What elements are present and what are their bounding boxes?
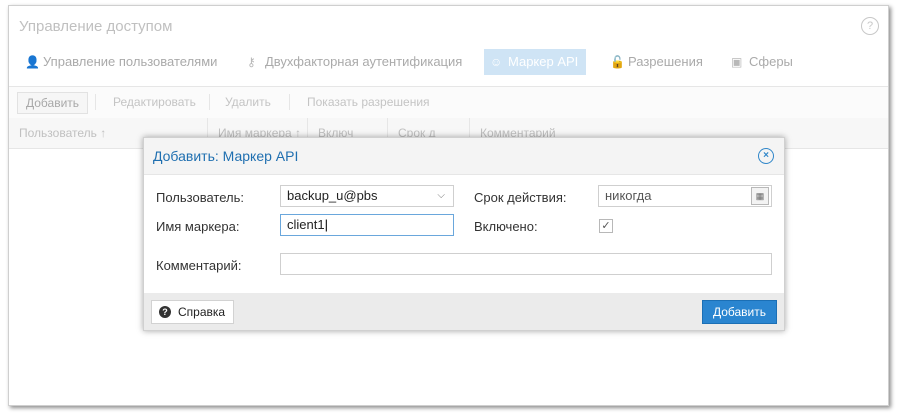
token-name-value: client1 [287, 217, 325, 232]
tab-label: Управление пользователями [43, 54, 218, 69]
submit-add-button[interactable]: Добавить [701, 300, 777, 324]
address-book-icon: ▣ [731, 55, 743, 69]
panel-header: Управление доступом ? [9, 6, 888, 46]
user-label: Пользователь: [156, 190, 244, 205]
comment-label: Комментарий: [156, 258, 242, 273]
help-icon[interactable]: ? [861, 17, 879, 35]
expire-date-field[interactable]: никогда ▦ [598, 185, 772, 207]
add-token-dialog: Добавить: Маркер API × Пользователь: bac… [143, 137, 785, 331]
key-icon: ⚷ [247, 55, 256, 69]
dialog-header: Добавить: Маркер API × [144, 138, 784, 175]
user-outline-icon: ☺ [490, 55, 503, 69]
tab-permissions[interactable]: 🔓 Разрешения [604, 49, 711, 75]
show-permissions-button[interactable]: Показать разрешения [299, 92, 438, 112]
tab-two-factor[interactable]: ⚷ Двухфакторная аутентификация [241, 49, 470, 75]
user-select[interactable]: backup_u@pbs ⌵ [280, 185, 454, 207]
dialog-title: Добавить: Маркер API [153, 148, 299, 164]
unlock-icon: 🔓 [610, 55, 625, 69]
user-icon: 👤 [25, 55, 40, 69]
enabled-label: Включено: [474, 219, 538, 234]
tab-user-management[interactable]: 👤 Управление пользователями [19, 49, 225, 75]
tab-api-token[interactable]: ☺ Маркер API [484, 49, 587, 75]
toolbar: Добавить Редактировать Удалить Показать … [9, 86, 888, 119]
token-name-label: Имя маркера: [156, 219, 240, 234]
enabled-checkbox[interactable]: ✓ [599, 219, 613, 233]
expire-placeholder: никогда [605, 188, 652, 203]
tab-bar: 👤 Управление пользователями ⚷ Двухфактор… [9, 49, 888, 77]
chevron-down-icon[interactable]: ⌵ [437, 186, 445, 206]
tab-label: Разрешения [628, 54, 703, 69]
tab-label: Сферы [749, 54, 793, 69]
edit-button[interactable]: Редактировать [105, 92, 204, 112]
close-icon[interactable]: × [758, 148, 774, 164]
question-icon: ? [159, 306, 171, 318]
toolbar-separator [95, 94, 96, 110]
comment-input[interactable] [280, 253, 772, 275]
expire-label: Срок действия: [474, 190, 567, 205]
help-button-label: Справка [178, 305, 226, 319]
help-button[interactable]: ? Справка [151, 300, 235, 324]
tab-label: Маркер API [508, 54, 579, 69]
dialog-footer: ? Справка Добавить [144, 293, 784, 330]
add-token-button[interactable]: Добавить [17, 92, 89, 114]
user-select-value: backup_u@pbs [287, 188, 378, 203]
toolbar-separator [289, 94, 290, 110]
text-cursor: | [324, 217, 328, 232]
panel-title: Управление доступом [19, 18, 173, 35]
tab-realms[interactable]: ▣ Сферы [725, 49, 801, 75]
tab-label: Двухфакторная аутентификация [265, 54, 463, 69]
token-name-input[interactable]: client1| [280, 214, 454, 236]
calendar-icon[interactable]: ▦ [751, 187, 769, 205]
remove-button[interactable]: Удалить [217, 92, 279, 112]
toolbar-separator [209, 94, 210, 110]
